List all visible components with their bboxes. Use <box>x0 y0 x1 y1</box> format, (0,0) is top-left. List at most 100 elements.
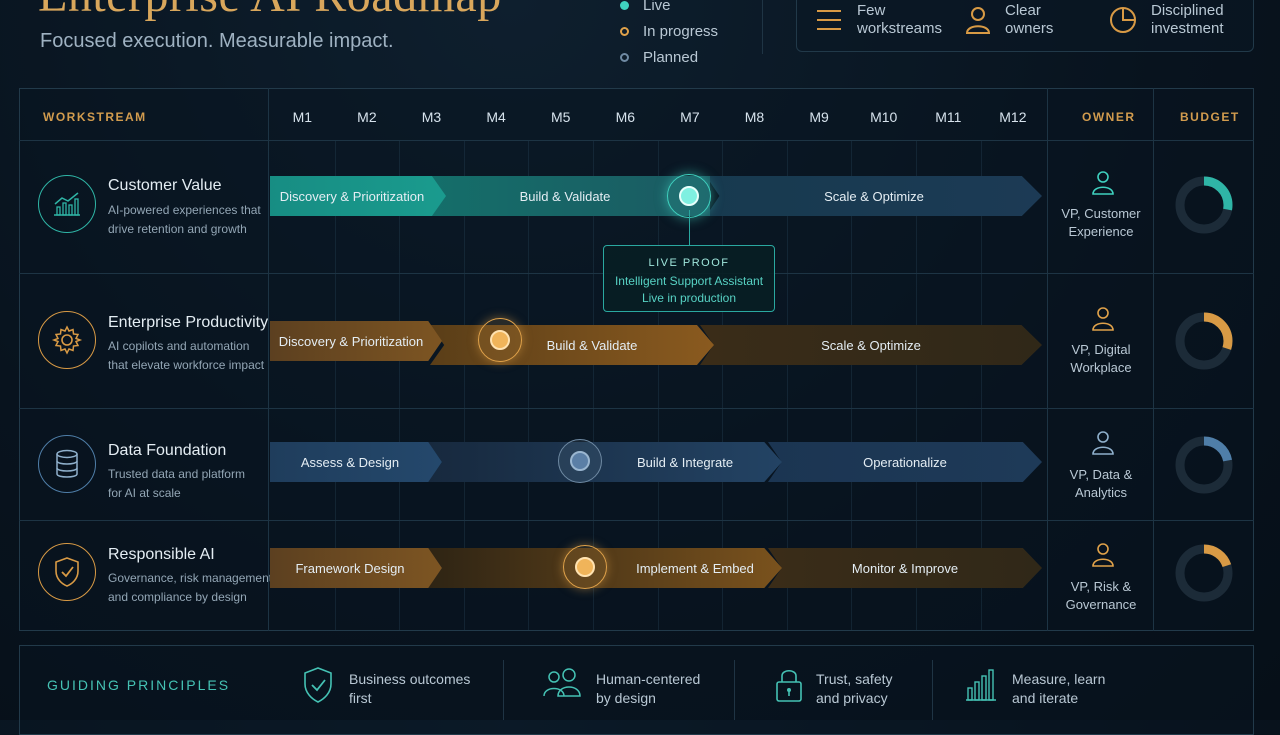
phase-live[interactable]: Discovery & Prioritization <box>270 176 446 216</box>
principle-divider <box>734 660 735 720</box>
workstream-icon-enterprise-productivity <box>38 311 96 369</box>
page-title: Enterprise AI Roadmap <box>38 0 502 23</box>
workstream-name: Data Foundation <box>108 442 227 459</box>
month-label: M5 <box>550 109 571 125</box>
phase-label: Implement & Embed <box>636 560 754 576</box>
status-legend: Live In progress Planned <box>620 0 718 70</box>
legend-item-planned: Planned <box>620 44 718 70</box>
workstream-name: Enterprise Productivity <box>108 314 269 331</box>
budget-donut-enterprise-productivity <box>1175 312 1233 370</box>
person-icon <box>1092 171 1114 195</box>
legend-item-in-progress: In progress <box>620 18 718 44</box>
phase-planned[interactable]: Operationalize <box>768 442 1042 482</box>
phase-label: Build & Integrate <box>636 454 734 470</box>
owner-responsible-ai: VP, Risk & Governance <box>1065 579 1137 612</box>
phase-in-progress[interactable]: Build & Validate <box>430 325 714 365</box>
principle-business-outcomes: Business outcomes first <box>349 671 471 706</box>
milestone-planned[interactable] <box>558 439 602 483</box>
workstream-name: Customer Value <box>108 177 222 194</box>
month-label: M7 <box>680 109 700 125</box>
legend-label: In progress <box>643 22 719 40</box>
pie-chart-icon <box>1110 7 1136 33</box>
live-proof-callout[interactable]: LIVE PROOF Intelligent Support Assistant… <box>603 245 775 312</box>
month-label: M2 <box>357 109 377 125</box>
milestone-in-progress[interactable] <box>563 545 607 589</box>
feature-clear-owners: Clear owners <box>965 2 1085 38</box>
list-icon <box>817 10 841 30</box>
month-label: M4 <box>486 109 506 125</box>
callout-connector <box>689 210 690 245</box>
planned-dot-icon <box>620 52 629 62</box>
callout-title: Intelligent Support Assistant <box>614 274 764 288</box>
col-header-owner: OWNER <box>1082 110 1136 124</box>
workstream-description: AI copilots and automation that elevate … <box>108 339 265 372</box>
month-label: M12 <box>999 109 1027 125</box>
people-icon <box>543 668 581 697</box>
month-label: M6 <box>615 109 636 125</box>
month-label: M10 <box>870 109 898 125</box>
callout-status: Live in production <box>641 291 737 305</box>
feature-label: Clear owners <box>1005 2 1054 37</box>
phase-label: Operationalize <box>863 454 947 470</box>
shield-check-icon <box>304 667 332 703</box>
phase-label: Build & Validate <box>546 337 638 353</box>
person-icon <box>1092 543 1114 567</box>
phase-label: Monitor & Improve <box>851 560 959 576</box>
phase-label: Scale & Optimize <box>824 188 924 204</box>
phase-label: Discovery & Prioritization <box>279 188 425 204</box>
phase-complete[interactable]: Framework Design <box>270 548 442 588</box>
month-label: M11 <box>935 109 962 125</box>
phase-label: Scale & Optimize <box>821 337 921 353</box>
phase-label: Framework Design <box>295 560 405 576</box>
person-icon <box>1092 307 1114 331</box>
milestone-in-progress[interactable] <box>478 318 522 362</box>
workstream-icon-data-foundation <box>38 435 96 493</box>
shield-check-icon <box>55 557 79 587</box>
owner-customer-value: VP, Customer Experience <box>1061 206 1141 239</box>
person-icon <box>965 7 991 34</box>
budget-donut-data-foundation <box>1175 436 1233 494</box>
callout-label: LIVE PROOF <box>648 257 730 269</box>
phase-label: Build & Validate <box>519 188 611 204</box>
owner-enterprise-productivity: VP, Digital Workplace <box>1070 342 1132 375</box>
person-icon <box>1092 431 1114 455</box>
milestone-dot-icon <box>575 557 595 577</box>
phase-planned[interactable]: Scale & Optimize <box>700 325 1042 365</box>
legend-label: Live <box>643 0 671 14</box>
legend-label: Planned <box>643 48 699 66</box>
principle-human-centered: Human-centered by design <box>596 671 701 706</box>
bar-chart-icon <box>966 669 996 701</box>
feature-label: Few workstreams <box>857 2 943 37</box>
milestone-dot-icon <box>679 186 699 206</box>
workstream-description: Trusted data and platform for AI at scal… <box>108 467 245 500</box>
phase-planned[interactable]: Scale & Optimize <box>706 176 1042 216</box>
col-header-budget: BUDGET <box>1180 110 1240 124</box>
phase-label: Assess & Design <box>300 454 400 470</box>
workstream-description: Governance, risk management and complian… <box>108 571 273 604</box>
month-label: M3 <box>421 109 442 125</box>
feature-box: Few workstreams Clear owners Disciplined… <box>796 0 1254 52</box>
milestone-dot-icon <box>570 451 590 471</box>
phase-planned[interactable]: Monitor & Improve <box>768 548 1042 588</box>
database-icon <box>56 449 78 478</box>
owner-data-foundation: VP, Data & Analytics <box>1069 467 1133 500</box>
month-label: M8 <box>744 109 765 125</box>
phase-in-progress[interactable]: Build & Integrate <box>428 442 782 482</box>
principle-measure-learn: Measure, learn and iterate <box>1012 671 1106 706</box>
feature-label: Disciplined investment <box>1151 2 1224 37</box>
phase-complete[interactable]: Assess & Design <box>270 442 442 482</box>
col-header-workstream: WORKSTREAM <box>43 110 147 124</box>
principle-trust-safety: Trust, safety and privacy <box>816 671 893 706</box>
row-divider <box>19 520 1254 521</box>
phase-complete[interactable]: Discovery & Prioritization <box>270 321 442 361</box>
legend-item-live: Live <box>620 0 718 18</box>
column-divider <box>268 88 269 631</box>
workstream-name: Responsible AI <box>108 546 215 563</box>
feature-few-workstreams: Few workstreams <box>815 2 957 38</box>
month-label: M9 <box>809 109 829 125</box>
month-label: M1 <box>292 109 313 125</box>
workstream-icon-customer-value <box>38 175 96 233</box>
principles-title: GUIDING PRINCIPLES <box>47 677 231 693</box>
phase-label: Discovery & Prioritization <box>278 333 424 349</box>
lock-icon <box>776 669 802 702</box>
